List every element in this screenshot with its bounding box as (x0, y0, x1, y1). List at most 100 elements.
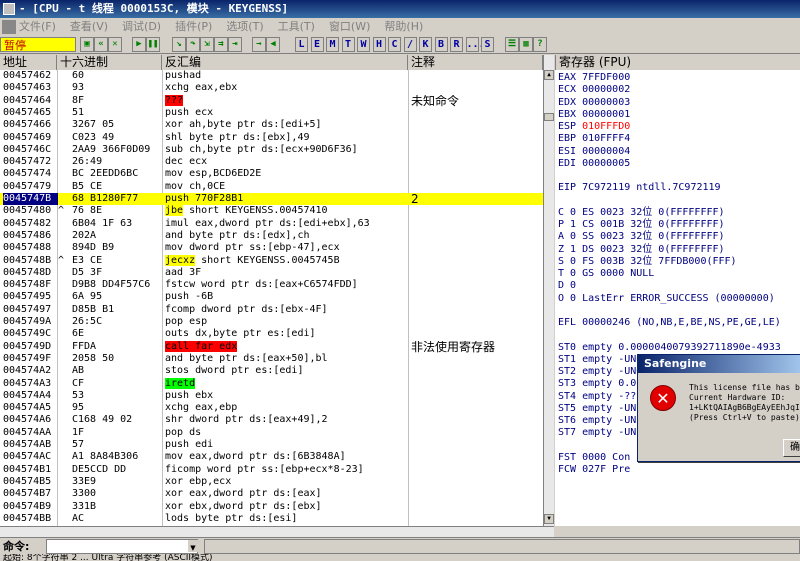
disasm-row[interactable]: 0045748B ^ E3 CE jecxz short KEYGENSS.00457… (0, 254, 543, 267)
menu-item[interactable]: 插件(P) (175, 20, 212, 33)
toolbar-window-button[interactable]: H (372, 37, 386, 52)
disasm-row[interactable]: 0045749F 2058 50 and byte ptr ds:[eax+50],… (0, 353, 543, 365)
disasm-row[interactable]: 00457479 B5 CE mov ch,0CE (0, 181, 543, 193)
register-line[interactable]: EBP 010FFFF4 (558, 133, 630, 145)
disasm-hscrollbar[interactable] (0, 526, 554, 537)
scroll-down-icon[interactable]: ▼ (544, 514, 554, 524)
col-comment-header[interactable]: 注释 (408, 55, 543, 70)
disasm-row[interactable]: 004574A6 C168 49 02 shr dword ptr ds:[eax+… (0, 414, 543, 426)
go-origin-icon[interactable]: ◀ (266, 37, 280, 52)
toolbar-window-button[interactable]: S (481, 37, 494, 52)
disasm-row[interactable]: 004574AC A1 8A84B306 mov eax,dword ptr ds:… (0, 451, 543, 463)
disasm-row[interactable]: 0045747B 68 B1280F77 push 770F28B1 2 (0, 193, 543, 205)
disasm-row[interactable]: 00457488 894D B9 mov dword ptr ss:[ebp-47]… (0, 242, 543, 254)
disasm-row[interactable]: 0045749D FFDA call far edx 非法使用寄存器 (0, 340, 543, 353)
toolbar-window-button[interactable]: M (326, 37, 339, 52)
register-line[interactable]: Z 1 DS 0023 32位 0(FFFFFFFF) (558, 244, 725, 256)
toolbar-window-button[interactable]: E (310, 37, 324, 52)
toolbar-window-button[interactable]: ... (465, 37, 485, 52)
disasm-row[interactable]: 0045749A 26:5C pop esp (0, 316, 543, 328)
restart-icon[interactable]: « (94, 37, 108, 52)
disasm-row[interactable]: 004574BB AC lods byte ptr ds:[esi] (0, 513, 543, 525)
col-asm-header[interactable]: 反汇编 (162, 55, 408, 70)
scroll-thumb[interactable] (544, 113, 554, 121)
pause-icon[interactable]: ❚❚ (146, 37, 160, 52)
disasm-row[interactable]: 004574A5 95 xchg eax,ebp (0, 402, 543, 414)
disasm-row[interactable]: 004574A4 53 push ebx (0, 390, 543, 402)
register-line[interactable]: EFL 00000246 (NO,NB,E,BE,NS,PE,GE,LE) (558, 317, 781, 329)
register-line[interactable]: O 0 LastErr ERROR_SUCCESS (00000000) (558, 293, 775, 305)
register-line[interactable]: ST6 empty -UN (558, 415, 636, 427)
disasm-row[interactable]: 004574AB 57 push edi (0, 439, 543, 451)
register-line[interactable]: A 0 SS 0023 32位 0(FFFFFFFF) (558, 231, 725, 243)
goto-icon[interactable]: → (252, 37, 266, 52)
command-input[interactable] (46, 539, 198, 554)
menu-item[interactable]: 文件(F) (19, 20, 56, 33)
register-line[interactable]: EDI 00000005 (558, 158, 630, 170)
disasm-row[interactable]: 004574A2 AB stos dword ptr es:[edi] (0, 365, 543, 377)
trace-into-icon[interactable]: ⇲ (200, 37, 214, 52)
toolbar-window-button[interactable]: C (388, 37, 401, 52)
toolbar-window-button[interactable]: T (341, 37, 355, 52)
ok-button[interactable]: 确 (783, 439, 800, 457)
disassembly-pane[interactable]: 00457462 60 pushad 00457463 93 xchg eax,ebx 00… (0, 70, 543, 526)
disasm-scrollbar[interactable]: ▲ ▼ (543, 55, 554, 526)
menu-item[interactable]: 帮助(H) (384, 20, 423, 33)
menu-item[interactable]: 工具(T) (278, 20, 315, 33)
run-icon[interactable]: ▶ (132, 37, 146, 52)
register-line[interactable]: ST4 empty -?? (558, 391, 636, 403)
disasm-row[interactable]: 00457469 C023 49 shl byte ptr ds:[ebx],49 (0, 132, 543, 144)
disasm-row[interactable]: 00457480 ^ 76 8E jbe short KEYGENSS.0045741… (0, 205, 543, 217)
disasm-row[interactable]: 00457495 6A 95 push -6B (0, 291, 543, 303)
disasm-row[interactable]: 004574A3 CF iretd (0, 377, 543, 390)
register-line[interactable]: EAX 7FFDF000 (558, 72, 630, 84)
menu-item[interactable]: 窗口(W) (329, 20, 370, 33)
help-icon[interactable]: ? (533, 37, 547, 52)
list-icon[interactable]: ☰ (505, 37, 519, 52)
toolbar-window-button[interactable]: B (434, 37, 448, 52)
scroll-up-icon[interactable]: ▲ (544, 70, 554, 80)
register-line[interactable]: ST0 empty 0.0000040079392711890e-4933 (558, 342, 781, 354)
disasm-row[interactable]: 00457497 D85B B1 fcomp dword ptr ds:[ebx-4… (0, 304, 543, 316)
register-line[interactable]: ESP 010FFFD0 (558, 121, 630, 133)
trace-over-icon[interactable]: ⇉ (214, 37, 228, 52)
step-into-icon[interactable]: ↘ (172, 37, 186, 52)
register-line[interactable]: C 0 ES 0023 32位 0(FFFFFFFF) (558, 207, 725, 219)
disasm-row[interactable]: 004574B7 3300 xor eax,dword ptr ds:[eax] (0, 488, 543, 500)
register-line[interactable]: EIP 7C972119 ntdll.7C972119 (558, 182, 721, 194)
execute-till-return-icon[interactable]: ⇥ (228, 37, 242, 52)
register-line[interactable]: D 0 (558, 280, 576, 292)
disasm-row[interactable]: 00457464 8F??? 未知命令 (0, 94, 543, 107)
toolbar-window-button[interactable]: W (357, 37, 370, 52)
disasm-row[interactable]: 00457465 51 push ecx (0, 107, 543, 119)
disasm-row[interactable]: 00457463 93 xchg eax,ebx (0, 82, 543, 94)
menu-item[interactable]: 选项(T) (226, 20, 263, 33)
disasm-row[interactable]: 004574B5 33E9 xor ebp,ecx (0, 476, 543, 488)
register-line[interactable]: ESI 00000004 (558, 146, 630, 158)
register-line[interactable]: FCW 027F Pre (558, 464, 630, 476)
disasm-row[interactable]: 004574B1 DE5CCD DD ficomp word ptr ss:[ebp… (0, 464, 543, 476)
disasm-row[interactable]: 004574AA 1F pop ds (0, 427, 543, 439)
chevron-down-icon[interactable]: ▼ (188, 540, 198, 552)
register-line[interactable]: T 0 GS 0000 NULL (558, 268, 654, 280)
toolbar-window-button[interactable]: L (295, 37, 308, 52)
register-line[interactable]: ST7 empty -UN (558, 427, 636, 439)
options-icon[interactable]: ▦ (519, 37, 533, 52)
disasm-row[interactable]: 00457474 BC 2EEDD6BC mov esp,BCD6ED2E (0, 168, 543, 180)
register-line[interactable]: EBX 00000001 (558, 109, 630, 121)
disasm-row[interactable]: 0045749C 6E outs dx,byte ptr es:[edi] (0, 328, 543, 340)
col-hex-header[interactable]: 十六进制 (57, 55, 162, 70)
register-line[interactable]: ECX 00000002 (558, 84, 630, 96)
close-icon[interactable]: ✕ (108, 37, 122, 52)
disasm-row[interactable]: 00457472 26:49 dec ecx (0, 156, 543, 168)
toolbar-window-button[interactable]: K (419, 37, 432, 52)
disasm-row[interactable]: 00457486 202A and byte ptr ds:[edx],ch (0, 230, 543, 242)
toolbar-window-button[interactable]: / (403, 37, 417, 52)
register-line[interactable]: ST3 empty 0.0 (558, 378, 636, 390)
toolbar-window-button[interactable]: R (450, 37, 463, 52)
menu-item[interactable]: 查看(V) (70, 20, 108, 33)
col-addr-header[interactable]: 地址 (0, 55, 57, 70)
disasm-row[interactable]: 00457482 6B04 1F 63 imul eax,dword ptr ds:… (0, 218, 543, 230)
register-line[interactable]: ST5 empty -UN (558, 403, 636, 415)
open-icon[interactable]: ▣ (80, 37, 94, 52)
